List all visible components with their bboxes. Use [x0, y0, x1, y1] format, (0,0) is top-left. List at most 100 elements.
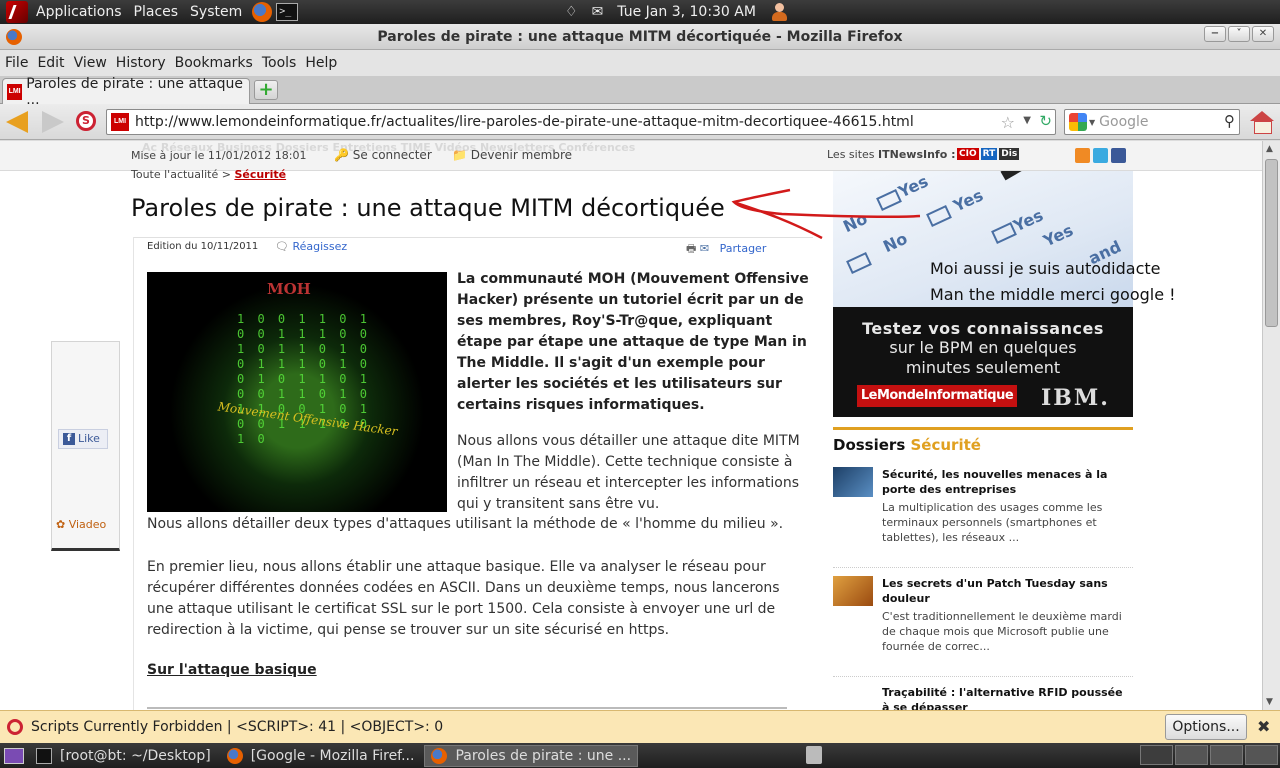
- system-menu[interactable]: System: [190, 4, 242, 20]
- workspace-4[interactable]: [1245, 745, 1278, 765]
- mail-icon[interactable]: ✉: [592, 4, 604, 20]
- annotation-line-2: Man the middle merci google !: [930, 285, 1176, 304]
- dossier-title[interactable]: Les secrets d'un Patch Tuesday sans doul…: [882, 576, 1132, 606]
- print-icon[interactable]: 🖶: [686, 242, 696, 255]
- terminal-launcher-icon[interactable]: >_: [276, 3, 299, 21]
- breadcrumb-home[interactable]: Toute l'actualité: [131, 168, 218, 181]
- scroll-up-icon[interactable]: ▲: [1266, 144, 1273, 154]
- menu-help[interactable]: Help: [305, 55, 337, 71]
- quiz-word: Yes: [950, 185, 987, 216]
- article-paragraph-3: En premier lieu, nous allons établir une…: [147, 559, 780, 638]
- like-label: Like: [78, 432, 100, 445]
- react-label: Réagissez: [292, 240, 348, 253]
- taskbar-firefox-google[interactable]: [Google - Mozilla Firef...: [221, 745, 421, 767]
- menu-edit[interactable]: Edit: [37, 55, 64, 71]
- places-menu[interactable]: Places: [134, 4, 179, 20]
- pen-graphic: [1000, 171, 1133, 181]
- lmi-favicon-icon: LMI: [7, 83, 23, 100]
- dossier-desc: La multiplication des usages comme les t…: [882, 501, 1103, 544]
- article-lead: La communauté MOH (Mouvement Offensive H…: [457, 271, 809, 413]
- noscript-notification-bar: Scripts Currently Forbidden | <SCRIPT>: …: [0, 710, 1280, 743]
- menu-view[interactable]: View: [74, 55, 107, 71]
- task-label: [root@bt: ~/Desktop]: [60, 747, 211, 764]
- search-placeholder[interactable]: Google: [1099, 114, 1148, 130]
- update-date: Mise à jour le 11/01/2012 18:01: [131, 149, 307, 162]
- vertical-scrollbar[interactable]: ▲ ▼: [1262, 141, 1280, 710]
- menu-history[interactable]: History: [116, 55, 166, 71]
- search-icon[interactable]: ⚲: [1224, 112, 1235, 130]
- become-member-link[interactable]: 📁 Devenir membre: [452, 148, 572, 162]
- tab-active[interactable]: LMI Paroles de pirate : une attaque ...: [2, 76, 250, 108]
- navigation-toolbar: S LMI http://www.lemondeinformatique.fr/…: [0, 104, 1280, 140]
- window-titlebar: Paroles de pirate : une attaque MITM déc…: [0, 24, 1280, 50]
- scroll-down-icon[interactable]: ▼: [1266, 697, 1273, 707]
- close-button[interactable]: ✕: [1252, 26, 1274, 42]
- back-arrow-icon[interactable]: [6, 111, 28, 133]
- noscript-icon[interactable]: S: [76, 111, 96, 131]
- url-bar[interactable]: LMI http://www.lemondeinformatique.fr/ac…: [106, 109, 1056, 135]
- forward-arrow-icon[interactable]: [42, 111, 64, 133]
- rss-icon[interactable]: [1075, 148, 1090, 163]
- bookmark-star-icon[interactable]: ☆: [1001, 113, 1015, 132]
- backtrack-logo-icon[interactable]: [6, 1, 28, 23]
- email-share-icon[interactable]: ✉: [700, 242, 709, 255]
- ad-ibm-logo: IBM.: [1041, 385, 1110, 411]
- close-bar-icon[interactable]: ✖: [1257, 717, 1270, 736]
- maximize-button[interactable]: ˅: [1228, 26, 1250, 42]
- workspace-1[interactable]: [1140, 745, 1173, 765]
- dossier-title[interactable]: Sécurité, les nouvelles menaces à la por…: [882, 467, 1132, 497]
- firefox-window-icon[interactable]: [6, 29, 22, 45]
- menu-bookmarks[interactable]: Bookmarks: [175, 55, 253, 71]
- viadeo-button[interactable]: ✿ Viadeo: [56, 518, 106, 531]
- react-link[interactable]: 🗨 Réagissez: [275, 240, 347, 253]
- scrollbar-thumb[interactable]: [1265, 159, 1278, 327]
- firefox-launcher-icon[interactable]: [252, 2, 273, 22]
- new-tab-button[interactable]: +: [254, 80, 278, 100]
- dossier-desc: C'est traditionnellement le deuxième mar…: [882, 610, 1122, 653]
- minimize-button[interactable]: −: [1204, 26, 1226, 42]
- patch-thumbnail: [833, 576, 873, 606]
- clock[interactable]: Tue Jan 3, 10:30 AM: [617, 4, 756, 20]
- twitter-icon[interactable]: [1093, 148, 1108, 163]
- show-desktop-icon[interactable]: [4, 747, 24, 764]
- key-icon: 🔑: [334, 148, 349, 162]
- tab-bar: LMI Paroles de pirate : une attaque ... …: [0, 76, 1280, 108]
- reload-icon[interactable]: ↻: [1039, 112, 1052, 130]
- workspace-2[interactable]: [1175, 745, 1208, 765]
- annotation-arrow: [731, 188, 921, 240]
- google-engine-icon[interactable]: [1069, 113, 1087, 131]
- article-paragraph-2: Nous allons détailler deux types d'attaq…: [147, 516, 784, 532]
- dossier-divider: [833, 676, 1133, 677]
- trash-icon[interactable]: [806, 746, 822, 764]
- sites-label: Les sites: [827, 148, 875, 161]
- social-icons: [1075, 148, 1126, 163]
- dis-badge[interactable]: Dis: [999, 148, 1020, 160]
- volume-icon[interactable]: ♢: [565, 4, 578, 20]
- quiz-word: Yes: [1040, 220, 1077, 251]
- breadcrumb-current[interactable]: Sécurité: [234, 168, 286, 181]
- applications-menu[interactable]: Applications: [36, 4, 122, 20]
- cio-badge[interactable]: CIO: [957, 148, 979, 160]
- facebook-icon[interactable]: [1111, 148, 1126, 163]
- breadcrumb: Toute l'actualité > Sécurité: [131, 168, 286, 181]
- workspace-3[interactable]: [1210, 745, 1243, 765]
- taskbar-terminal[interactable]: [root@bt: ~/Desktop]: [30, 745, 217, 767]
- user-icon[interactable]: [770, 2, 788, 22]
- taskbar-firefox-article[interactable]: Paroles de pirate : une ...: [424, 744, 639, 767]
- noscript-options-button[interactable]: Options...: [1165, 714, 1247, 740]
- url-dropdown-icon[interactable]: ▼: [1023, 115, 1031, 126]
- engine-dropdown-icon[interactable]: ▼: [1089, 118, 1095, 127]
- tab-label: Paroles de pirate : une attaque ...: [26, 75, 243, 108]
- viadeo-label: Viadeo: [68, 518, 107, 531]
- bpm-ad-banner[interactable]: Testez vos connaissances sur le BPM en q…: [833, 307, 1133, 417]
- dossier-title[interactable]: Traçabilité : l'alternative RFID poussée…: [882, 685, 1132, 710]
- home-icon[interactable]: [1250, 111, 1274, 134]
- menu-tools[interactable]: Tools: [262, 55, 297, 71]
- facebook-like-button[interactable]: f Like: [58, 429, 108, 449]
- rt-badge[interactable]: RT: [980, 148, 998, 160]
- login-link[interactable]: 🔑 Se connecter: [334, 148, 432, 162]
- search-box[interactable]: ▼ Google ⚲: [1064, 109, 1240, 135]
- url-text[interactable]: http://www.lemondeinformatique.fr/actual…: [135, 114, 914, 130]
- ad-line-3: minutes seulement: [905, 358, 1061, 377]
- menu-file[interactable]: File: [5, 55, 28, 71]
